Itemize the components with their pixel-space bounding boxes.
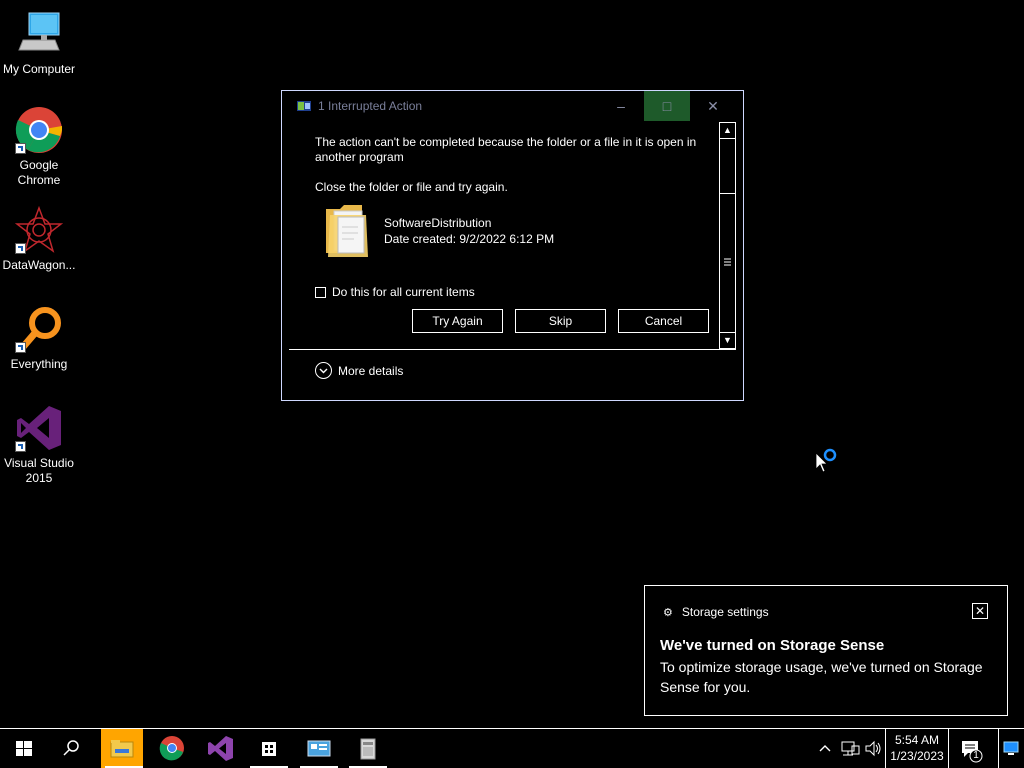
skip-button[interactable]: Skip: [515, 309, 606, 333]
desktop-icon-label: DataWagon...: [2, 258, 76, 272]
taskbar-file-explorer[interactable]: [101, 729, 143, 768]
clock[interactable]: 5:54 AM 1/23/2023: [887, 732, 947, 764]
scrollbar-thumb[interactable]: [720, 193, 735, 333]
desktop-preview-icon: [1003, 741, 1019, 755]
more-details-toggle[interactable]: More details: [315, 362, 403, 379]
desktop-icon-everything[interactable]: Everything: [0, 305, 78, 372]
network-tray-button[interactable]: [838, 729, 862, 768]
close-button[interactable]: ✕: [690, 91, 736, 121]
desktop-icon-label: Everything: [10, 357, 68, 371]
desktop-icon-label: Visual Studio 2015: [4, 456, 74, 485]
desktop-icon-datawagon[interactable]: DataWagon...: [0, 205, 78, 273]
instruction-text: Close the folder or file and try again.: [315, 180, 508, 194]
file-name: SoftwareDistribution: [384, 216, 492, 230]
taskbar-visual-studio[interactable]: [197, 729, 243, 768]
file-date-created: Date created: 9/2/2022 6:12 PM: [384, 232, 555, 246]
notification-icon: [962, 741, 983, 763]
taskbar-chrome[interactable]: [149, 729, 195, 768]
toast-header: ⚙ Storage settings: [663, 605, 769, 619]
taskbar-control-panel[interactable]: [296, 729, 342, 768]
visual-studio-icon: [208, 736, 233, 761]
everything-search-icon: [15, 305, 63, 353]
desktop-icon-chrome[interactable]: Google Chrome: [0, 106, 78, 188]
taskbar-installer[interactable]: [345, 729, 391, 768]
storage-sense-notification[interactable]: ⚙ Storage settings ✕ We've turned on Sto…: [644, 585, 1008, 716]
dialog-title: 1 Interrupted Action: [318, 99, 423, 113]
windows-logo-icon: [16, 741, 32, 756]
toast-close-button[interactable]: ✕: [972, 603, 988, 619]
file-explorer-icon: [110, 740, 134, 758]
notification-count-badge: 1: [973, 750, 979, 761]
computer-icon: [15, 10, 63, 58]
clock-date: 1/23/2023: [890, 749, 944, 763]
scroll-down-button[interactable]: ▼: [720, 332, 735, 348]
taskbar: 5:54 AM 1/23/2023 1: [0, 728, 1024, 768]
desktop-icon-label: My Computer: [2, 62, 76, 76]
shortcut-arrow-icon: [15, 143, 26, 154]
desktop-icon-my-computer[interactable]: My Computer: [0, 10, 78, 77]
clock-time: 5:54 AM: [894, 733, 940, 747]
shortcut-arrow-icon: [15, 342, 26, 353]
shortcut-arrow-icon: [15, 441, 26, 452]
datawagon-icon: [14, 205, 64, 254]
toast-app-name: Storage settings: [681, 605, 769, 619]
divider: [289, 349, 736, 350]
folder-icon: [326, 205, 368, 257]
chevron-down-icon: [315, 362, 332, 379]
show-hidden-icons-button[interactable]: [813, 729, 837, 768]
maximize-button[interactable]: □: [644, 91, 690, 121]
toast-body: To optimize storage usage, we've turned …: [660, 659, 983, 695]
checkbox-label: Do this for all current items: [332, 285, 475, 299]
gear-icon: ⚙: [663, 606, 673, 619]
chrome-icon: [15, 106, 63, 154]
busy-cursor-icon: [815, 448, 837, 473]
try-again-button[interactable]: Try Again: [412, 309, 503, 333]
cancel-button[interactable]: Cancel: [618, 309, 709, 333]
grip-icon: [724, 258, 731, 266]
scroll-up-button[interactable]: ▲: [720, 123, 735, 139]
interrupted-action-dialog: 1 Interrupted Action – □ ✕ The action ca…: [281, 90, 744, 401]
desktop-icon-visual-studio[interactable]: Visual Studio 2015: [0, 404, 78, 486]
apply-to-all-checkbox[interactable]: [315, 286, 326, 298]
start-button[interactable]: [0, 729, 46, 768]
volume-tray-button[interactable]: [862, 729, 884, 768]
store-icon: [262, 742, 276, 756]
action-center-button[interactable]: 1: [950, 729, 990, 768]
desktop-icon-label: Google Chrome: [17, 158, 61, 187]
visual-studio-icon: [15, 404, 63, 452]
control-panel-icon: [307, 740, 331, 757]
dialog-titlebar[interactable]: 1 Interrupted Action – □ ✕: [282, 91, 743, 121]
search-button[interactable]: [48, 729, 94, 768]
shortcut-arrow-icon: [15, 243, 26, 254]
minimize-button[interactable]: –: [598, 91, 644, 121]
show-desktop-button[interactable]: [998, 729, 1024, 768]
speaker-icon: [865, 740, 881, 757]
more-details-label: More details: [338, 363, 404, 378]
chrome-icon: [159, 736, 184, 761]
installer-icon: [360, 738, 376, 760]
network-icon: [841, 741, 860, 756]
file-copy-icon: [297, 101, 311, 111]
taskbar-store[interactable]: [246, 729, 292, 768]
vertical-scrollbar[interactable]: ▲ ▼: [719, 122, 736, 349]
toast-title: We've turned on Storage Sense: [660, 637, 885, 654]
dialog-body: The action can't be completed because th…: [282, 121, 743, 348]
error-message: The action can't be completed because th…: [315, 135, 697, 164]
apply-to-all-checkbox-row[interactable]: Do this for all current items: [315, 285, 475, 299]
search-icon: [63, 740, 79, 756]
chevron-up-icon: [819, 745, 831, 752]
